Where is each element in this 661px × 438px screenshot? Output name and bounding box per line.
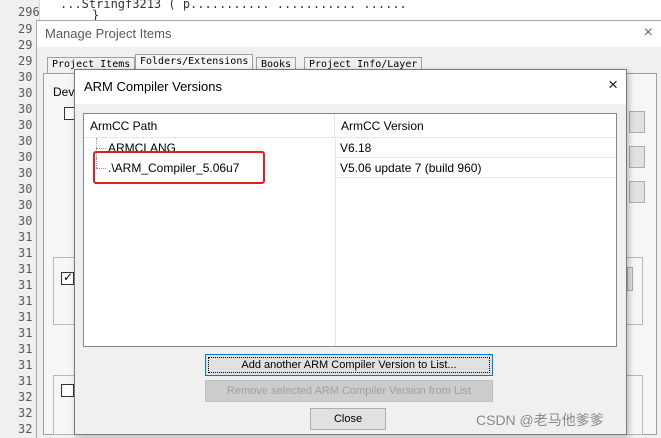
compiler-version: V5.06 update 7 (build 960) (336, 158, 616, 178)
line-number: 296 (18, 5, 40, 19)
tree-connector (96, 148, 106, 149)
checkbox[interactable] (61, 384, 74, 397)
dialog-titlebar: Manage Project Items × (37, 21, 661, 47)
arm-compiler-versions-dialog: ARM Compiler Versions × ArmCC Path ArmCC… (74, 69, 627, 435)
close-icon[interactable]: × (608, 75, 618, 95)
line-number-gutter: 296 29 29 29 30 30 30 30 30 30 30 30 30 … (0, 0, 40, 438)
dialog-titlebar: ARM Compiler Versions × (75, 70, 626, 104)
side-button[interactable] (629, 146, 645, 168)
compiler-list[interactable]: ArmCC Path ArmCC Version ARMCLANG V6.18 … (83, 113, 617, 347)
close-button[interactable]: Close (310, 408, 386, 430)
list-header: ArmCC Path ArmCC Version (84, 114, 616, 138)
side-button[interactable] (629, 181, 645, 203)
add-compiler-version-button[interactable]: Add another ARM Compiler Version to List… (205, 354, 493, 376)
button-label: Add another ARM Compiler Version to List… (241, 359, 457, 371)
column-header-path[interactable]: ArmCC Path (84, 114, 335, 138)
close-icon[interactable]: × (644, 24, 653, 42)
dialog-title: ARM Compiler Versions (84, 79, 222, 94)
compiler-version: V6.18 (336, 138, 616, 158)
side-button[interactable] (627, 267, 633, 291)
code-line: ...Stringf3213 ( p........... ..........… (60, 0, 407, 11)
side-button[interactable] (629, 111, 645, 133)
checkbox[interactable] (61, 270, 74, 285)
dialog-title: Manage Project Items (45, 26, 172, 41)
column-header-version[interactable]: ArmCC Version (335, 114, 616, 138)
annotation-highlight-box (93, 151, 265, 184)
remove-compiler-version-button[interactable]: Remove selected ARM Compiler Version fro… (205, 380, 493, 402)
watermark: CSDN @老马他爹爹 (476, 412, 604, 428)
